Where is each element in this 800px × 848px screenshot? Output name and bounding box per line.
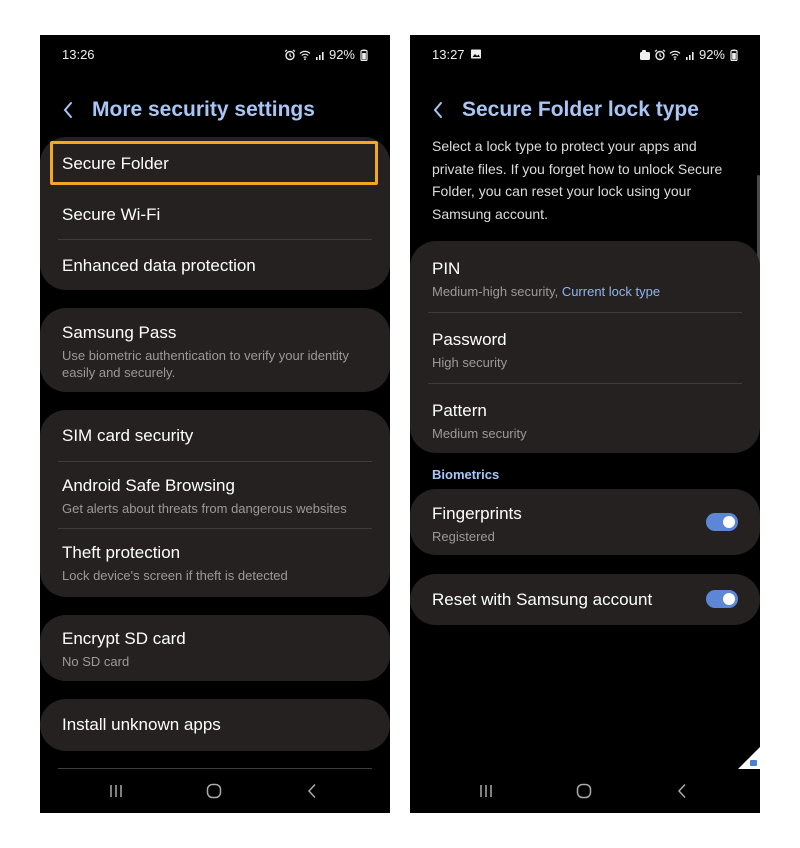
recent-apps-button[interactable] [476,781,496,801]
home-icon [576,783,592,799]
signal-icon [685,51,694,60]
list-item-samsung-pass[interactable]: Samsung Pass Use biometric authenticatio… [62,323,368,381]
lock-option-pin[interactable]: PIN Medium-high security, Current lock t… [432,259,738,300]
alarm-icon [654,49,666,60]
recent-apps-button[interactable] [106,781,126,801]
secure-folder-status-icon [639,49,650,60]
divider [428,312,742,313]
divider [58,528,372,529]
item-label: Encrypt SD card [62,629,186,648]
reset-samsung-account-item[interactable]: Reset with Samsung account [432,590,738,610]
item-label: SIM card security [62,426,194,445]
reset-card: Reset with Samsung account [410,574,760,625]
signal-icon [315,51,324,60]
battery-percent: 92% [698,47,725,62]
list-item-theft-protection[interactable]: Theft protection Lock device's screen if… [62,543,368,584]
list-item-encrypt-sd-card[interactable]: Encrypt SD card No SD card [62,629,368,670]
lock-type-group: PIN Medium-high security, Current lock t… [410,241,760,453]
item-label: Reset with Samsung account [432,590,653,609]
list-item-android-safe-browsing[interactable]: Android Safe Browsing Get alerts about t… [62,476,368,517]
status-bar: 13:26 92% [62,47,370,63]
alarm-icon [284,49,296,60]
list-item-secure-wifi[interactable]: Secure Wi-Fi [62,205,368,225]
status-time: 13:27 [432,47,465,62]
status-bar: 13:27 92% [432,47,740,63]
settings-group-4: Encrypt SD card No SD card [40,615,390,681]
navigation-bar [410,769,760,813]
page-header: More security settings [62,95,315,125]
edge-panel-handle[interactable] [738,747,760,769]
right-phone-screen: 13:27 92% Secure Folder lock type Select… [410,35,760,813]
toggle-knob [723,516,735,528]
battery-icon [730,49,738,61]
page-title: More security settings [92,98,315,121]
subtitle-text: Medium-high security, [432,284,562,299]
back-button[interactable] [432,98,452,122]
fingerprints-card: Fingerprints Registered [410,489,760,555]
image-icon [471,49,481,59]
item-label: Secure Wi-Fi [62,205,161,224]
item-label: Android Safe Browsing [62,476,235,495]
settings-group-2: Samsung Pass Use biometric authenticatio… [40,308,390,392]
item-label: Password [432,330,507,349]
item-subtitle: High security [432,355,508,370]
item-label: Theft protection [62,543,181,562]
lock-option-password[interactable]: Password High security [432,330,738,371]
lock-option-pattern[interactable]: Pattern Medium security [432,401,738,442]
divider [428,383,742,384]
back-arrow-icon [433,102,442,118]
settings-group-5: Install unknown apps [40,699,390,751]
recent-apps-icon [480,785,492,797]
nav-back-icon [307,783,316,799]
home-icon [206,783,222,799]
nav-back-button[interactable] [672,781,692,801]
battery-icon [360,49,368,61]
item-label: Samsung Pass [62,323,177,342]
list-item-install-unknown-apps[interactable]: Install unknown apps [62,715,368,735]
wifi-icon [669,50,681,60]
highlight-box [50,141,378,185]
list-item-sim-card-security[interactable]: SIM card security [62,426,368,446]
home-button[interactable] [574,781,594,801]
back-arrow-icon [63,102,72,118]
item-subtitle: Use biometric authentication to verify y… [62,348,349,380]
nav-back-icon [677,783,686,799]
status-time: 13:26 [62,47,95,62]
home-button[interactable] [204,781,224,801]
item-subtitle: Medium security [432,426,527,441]
back-button[interactable] [62,98,82,122]
left-phone-screen: 13:26 92% More security settings Secure … [40,35,390,813]
toggle-knob [723,593,735,605]
navigation-bar [40,769,390,813]
item-label: Enhanced data protection [62,256,256,275]
item-subtitle: Registered [432,529,495,544]
recent-apps-icon [110,785,122,797]
biometrics-section-label: Biometrics [432,467,500,482]
item-label: Fingerprints [432,504,522,523]
fingerprints-toggle[interactable] [706,513,738,531]
reset-toggle[interactable] [706,590,738,608]
item-subtitle: Get alerts about threats from dangerous … [62,501,347,516]
item-subtitle: Medium-high security, Current lock type [432,283,738,300]
item-label: Install unknown apps [62,715,221,734]
battery-percent: 92% [328,47,355,62]
divider [58,239,372,240]
nav-back-button[interactable] [302,781,322,801]
item-subtitle: Lock device's screen if theft is detecte… [62,568,288,583]
current-lock-type-label: Current lock type [561,284,661,299]
item-subtitle: No SD card [62,654,130,669]
item-label: Pattern [432,401,487,420]
page-header: Secure Folder lock type [432,95,699,125]
list-item-enhanced-data-protection[interactable]: Enhanced data protection [62,256,368,276]
wifi-icon [299,50,311,60]
fingerprints-item[interactable]: Fingerprints Registered [432,504,738,545]
item-label: PIN [432,259,461,278]
page-title: Secure Folder lock type [462,98,699,121]
divider [58,461,372,462]
settings-group-3: SIM card security Android Safe Browsing … [40,410,390,597]
description-text: Select a lock type to protect your apps … [432,138,723,222]
